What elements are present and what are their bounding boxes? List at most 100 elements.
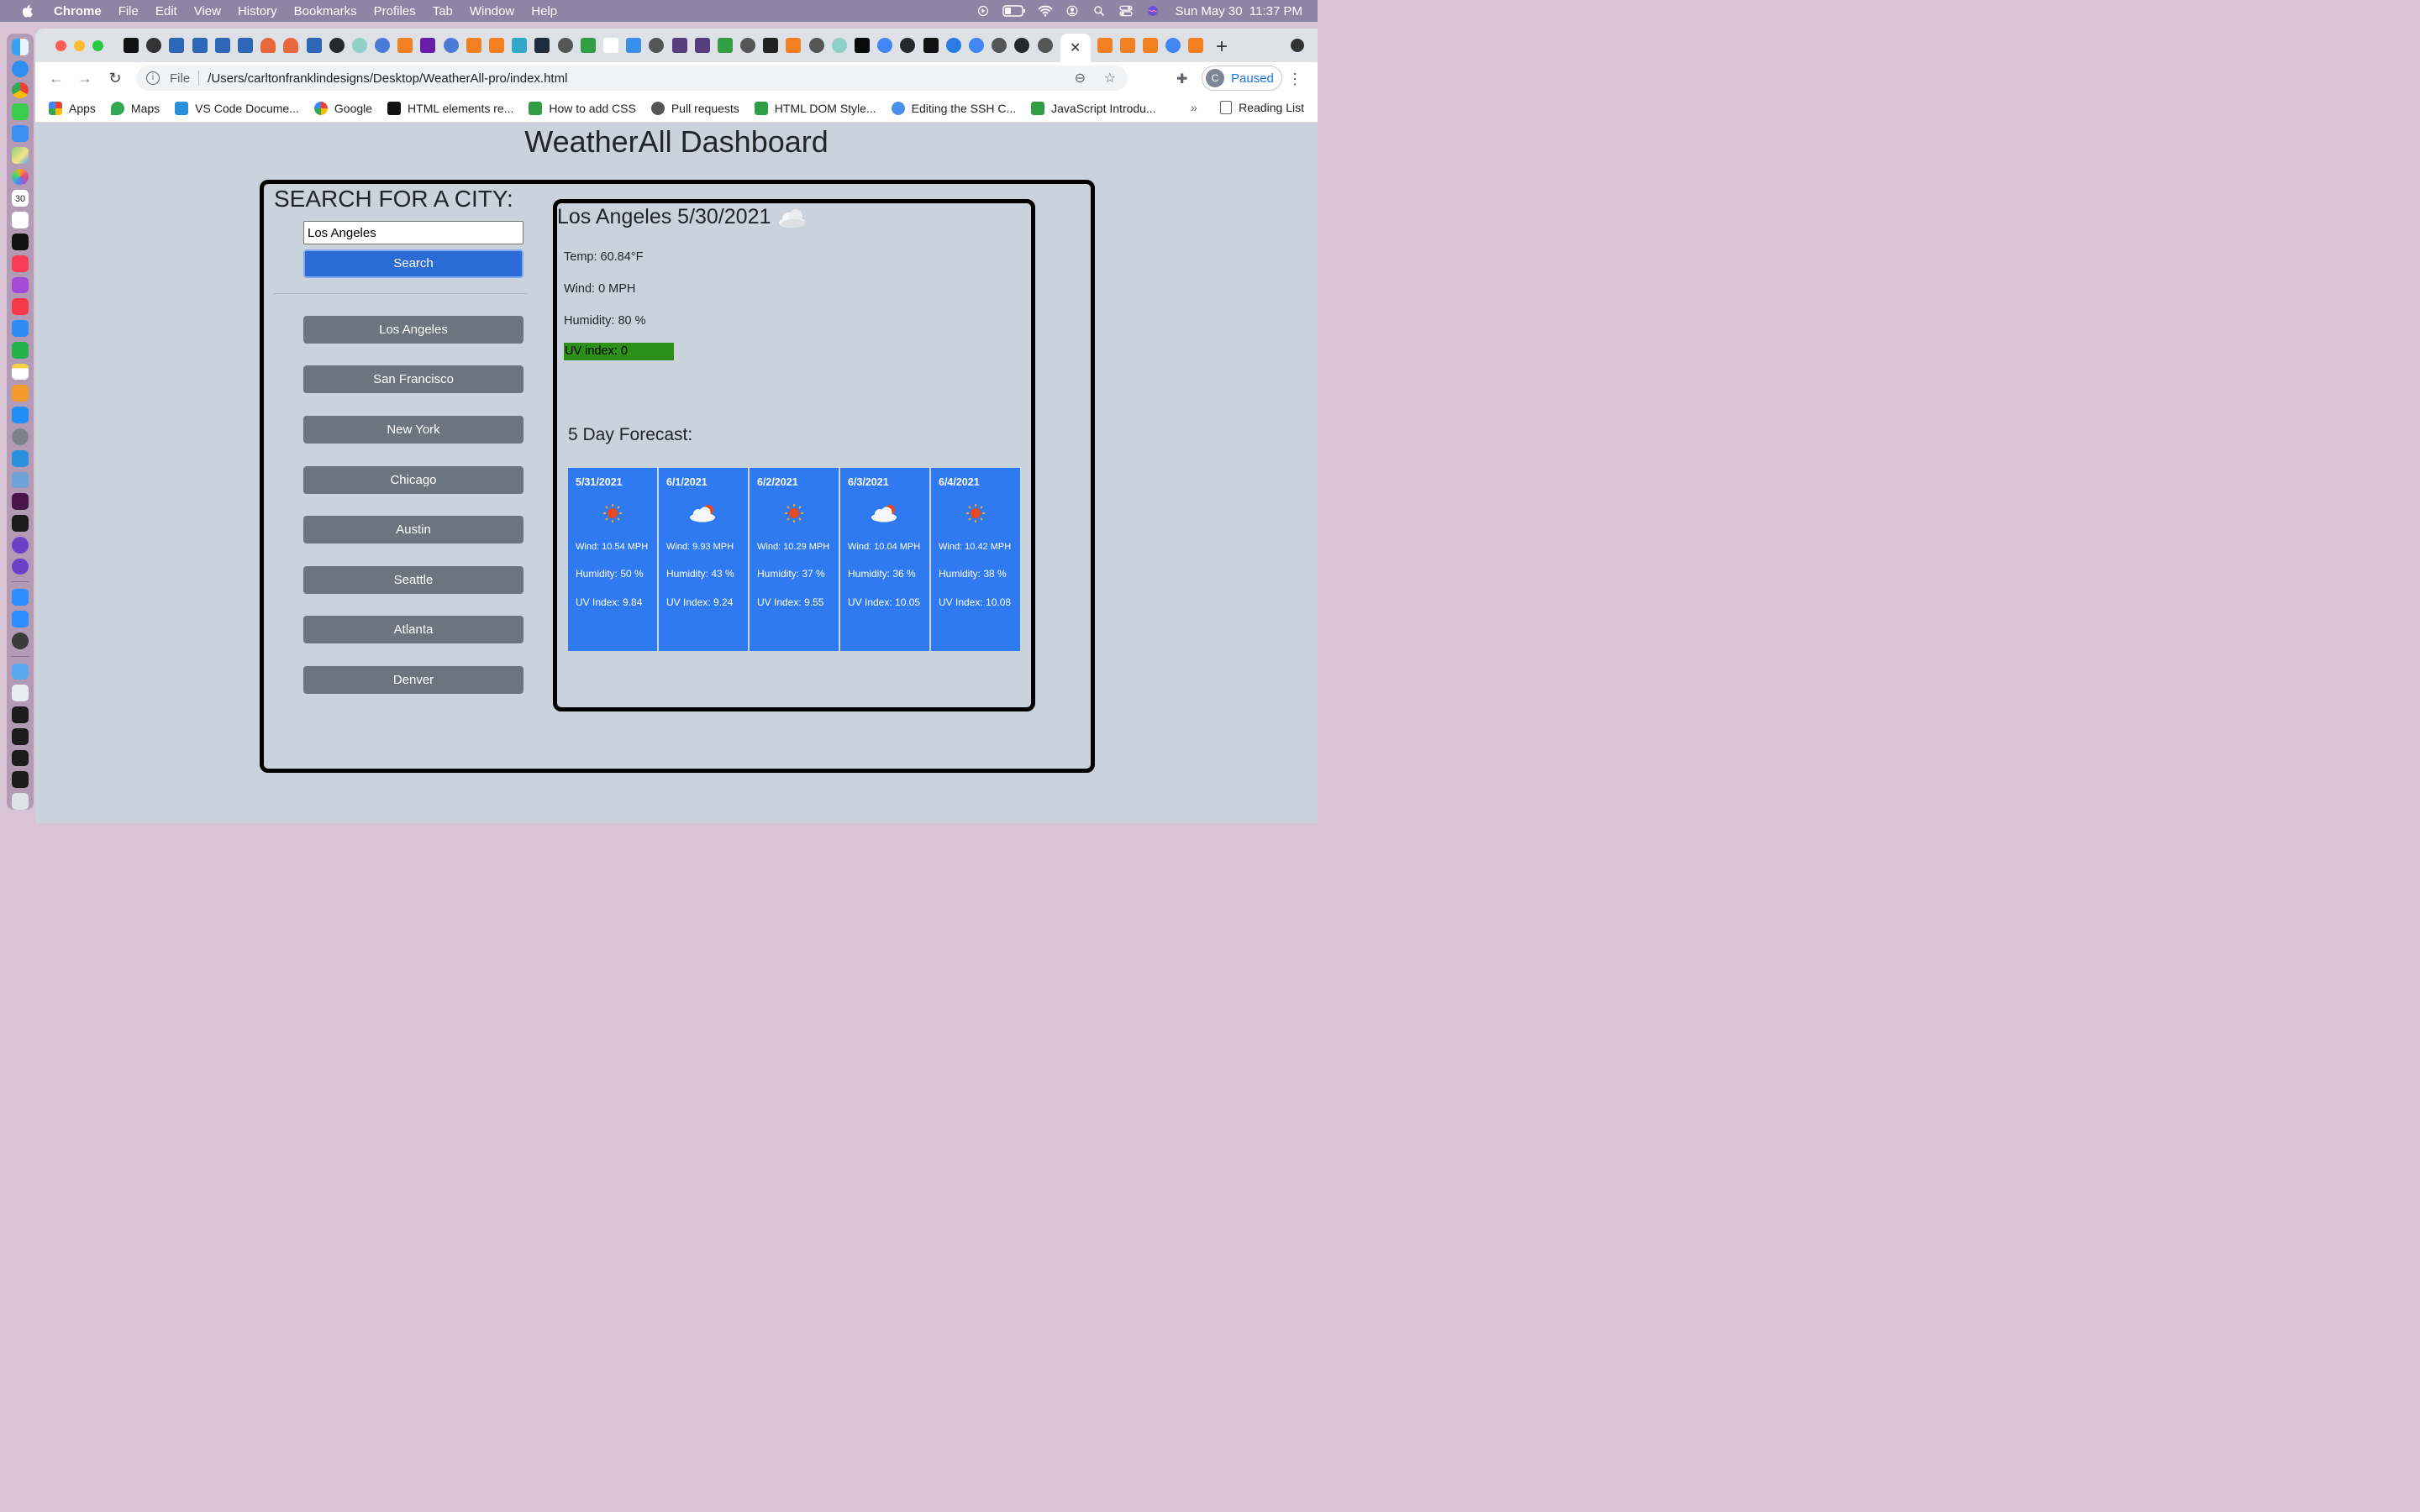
- history-city-button[interactable]: San Francisco: [303, 365, 523, 393]
- tab-favicon[interactable]: [923, 38, 939, 53]
- menu-app-name[interactable]: Chrome: [54, 4, 102, 18]
- tab-favicon[interactable]: [808, 38, 824, 53]
- tab-favicon[interactable]: [877, 38, 893, 53]
- reload-button[interactable]: ↻: [108, 71, 123, 86]
- document-stack-dock-icon[interactable]: [12, 685, 29, 702]
- menu-window[interactable]: Window: [470, 4, 514, 18]
- tab-favicon[interactable]: [626, 38, 642, 53]
- menu-bookmarks[interactable]: Bookmarks: [294, 4, 357, 18]
- tab-favicon[interactable]: [192, 38, 208, 53]
- news-dock-icon[interactable]: [12, 298, 29, 316]
- tab-favicon[interactable]: [671, 38, 687, 53]
- slack-dock-icon[interactable]: [12, 493, 29, 511]
- vscode-dock-icon[interactable]: [12, 449, 29, 467]
- bookmark-html-elements[interactable]: HTML elements re...: [387, 101, 513, 115]
- tab-favicon[interactable]: [443, 38, 459, 53]
- address-bar[interactable]: i File /Users/carltonfranklindesigns/Des…: [136, 66, 1128, 91]
- zoom-out-icon[interactable]: ⊖: [1075, 70, 1086, 87]
- tab-favicon[interactable]: [602, 38, 618, 53]
- bookmark-star-icon[interactable]: ☆: [1104, 70, 1116, 87]
- apple-tv-dock-icon[interactable]: [12, 234, 29, 250]
- terminal-window-dock-icon[interactable]: [12, 706, 29, 723]
- tab-favicon[interactable]: [1097, 38, 1113, 53]
- tab-favicon[interactable]: [489, 38, 504, 53]
- tab-favicon[interactable]: [831, 38, 847, 53]
- battery-icon[interactable]: [1002, 5, 1026, 17]
- bookmark-ssh[interactable]: Editing the SSH C...: [891, 101, 1016, 115]
- menu-tab[interactable]: Tab: [433, 4, 453, 18]
- control-center-icon[interactable]: [1118, 5, 1134, 17]
- reminders-dock-icon[interactable]: [12, 212, 29, 229]
- bookmark-html-dom-style[interactable]: HTML DOM Style...: [754, 101, 876, 115]
- menu-view[interactable]: View: [194, 4, 221, 18]
- calendar-dock-icon[interactable]: 30: [12, 190, 29, 207]
- apple-logo-icon[interactable]: [18, 4, 35, 18]
- terminal-window-dock-icon[interactable]: [12, 771, 29, 789]
- tab-favicon[interactable]: [992, 38, 1007, 53]
- user-switch-icon[interactable]: [1065, 5, 1080, 17]
- menu-help[interactable]: Help: [531, 4, 557, 18]
- reading-list-button[interactable]: Reading List: [1220, 101, 1304, 114]
- facetime-dock-icon[interactable]: [12, 611, 29, 627]
- bookmark-vscode-docs[interactable]: VS Code Docume...: [175, 101, 299, 115]
- terminal-window-dock-icon[interactable]: [12, 727, 29, 745]
- messages-dock-icon[interactable]: [12, 103, 29, 121]
- bookmark-apps[interactable]: Apps: [49, 101, 96, 115]
- tab-favicon[interactable]: [534, 38, 550, 53]
- tab-favicon[interactable]: [169, 38, 185, 53]
- bookmark-js-intro[interactable]: JavaScript Introdu...: [1031, 101, 1156, 115]
- tab-favicon[interactable]: [237, 38, 253, 53]
- tab-favicon[interactable]: [283, 38, 299, 53]
- tab-favicon[interactable]: [214, 38, 230, 53]
- history-city-button[interactable]: Denver: [303, 666, 523, 694]
- mail-dock-icon[interactable]: [12, 125, 29, 142]
- chrome-dock-icon[interactable]: [12, 81, 29, 99]
- tab-favicon[interactable]: [557, 38, 573, 53]
- wifi-icon[interactable]: [1037, 5, 1053, 17]
- tab-favicon[interactable]: [1037, 38, 1053, 53]
- tab-favicon[interactable]: [124, 38, 139, 53]
- spotlight-search-icon[interactable]: [1092, 5, 1107, 17]
- keynote-dock-icon[interactable]: [12, 320, 29, 337]
- more-bookmarks-chevron-icon[interactable]: »: [1191, 101, 1197, 114]
- tab-favicon[interactable]: [351, 38, 367, 53]
- history-city-button[interactable]: New York: [303, 416, 523, 444]
- history-city-button[interactable]: Austin: [303, 516, 523, 543]
- zoom-dock-icon[interactable]: [12, 589, 29, 606]
- extensions-puzzle-icon[interactable]: ✚: [1176, 71, 1192, 87]
- github-dock-icon[interactable]: [12, 558, 29, 575]
- tab-favicon[interactable]: [717, 38, 733, 53]
- tab-favicon[interactable]: [786, 38, 802, 53]
- tab-favicon[interactable]: [397, 38, 413, 53]
- bookmark-add-css[interactable]: How to add CSS: [529, 101, 636, 115]
- url-text[interactable]: /Users/carltonfranklindesigns/Desktop/We…: [208, 71, 567, 86]
- tab-favicon[interactable]: [900, 38, 916, 53]
- play-status-icon[interactable]: [976, 5, 991, 17]
- tab-favicon[interactable]: [649, 38, 665, 53]
- tab-favicon[interactable]: [855, 38, 870, 53]
- tab-favicon[interactable]: [466, 38, 481, 53]
- podcasts-dock-icon[interactable]: [12, 276, 29, 294]
- back-button[interactable]: ←: [49, 71, 64, 86]
- tab-favicon[interactable]: [580, 38, 596, 53]
- tab-favicon[interactable]: [1188, 38, 1204, 53]
- tab-favicon[interactable]: [1119, 38, 1135, 53]
- tab-favicon[interactable]: [329, 38, 345, 53]
- active-tab[interactable]: ✕: [1060, 34, 1091, 62]
- bookmark-google[interactable]: Google: [313, 101, 372, 115]
- bookmark-pull-requests[interactable]: Pull requests: [650, 101, 739, 115]
- menu-profiles[interactable]: Profiles: [374, 4, 416, 18]
- tab-favicon[interactable]: [260, 38, 276, 53]
- quicktime-dock-icon[interactable]: [12, 632, 29, 649]
- tab-favicon[interactable]: [146, 38, 162, 53]
- forward-button[interactable]: →: [77, 71, 92, 86]
- history-city-button[interactable]: Seattle: [303, 566, 523, 594]
- trash-dock-icon[interactable]: [12, 793, 29, 810]
- close-tab-icon[interactable]: ✕: [1070, 39, 1081, 56]
- zoom-window-button[interactable]: [92, 39, 103, 51]
- city-search-input[interactable]: [303, 221, 523, 244]
- tab-favicon[interactable]: [1143, 38, 1159, 53]
- tab-favicon[interactable]: [763, 38, 779, 53]
- menu-file[interactable]: File: [118, 4, 139, 18]
- tab-favicon[interactable]: [694, 38, 710, 53]
